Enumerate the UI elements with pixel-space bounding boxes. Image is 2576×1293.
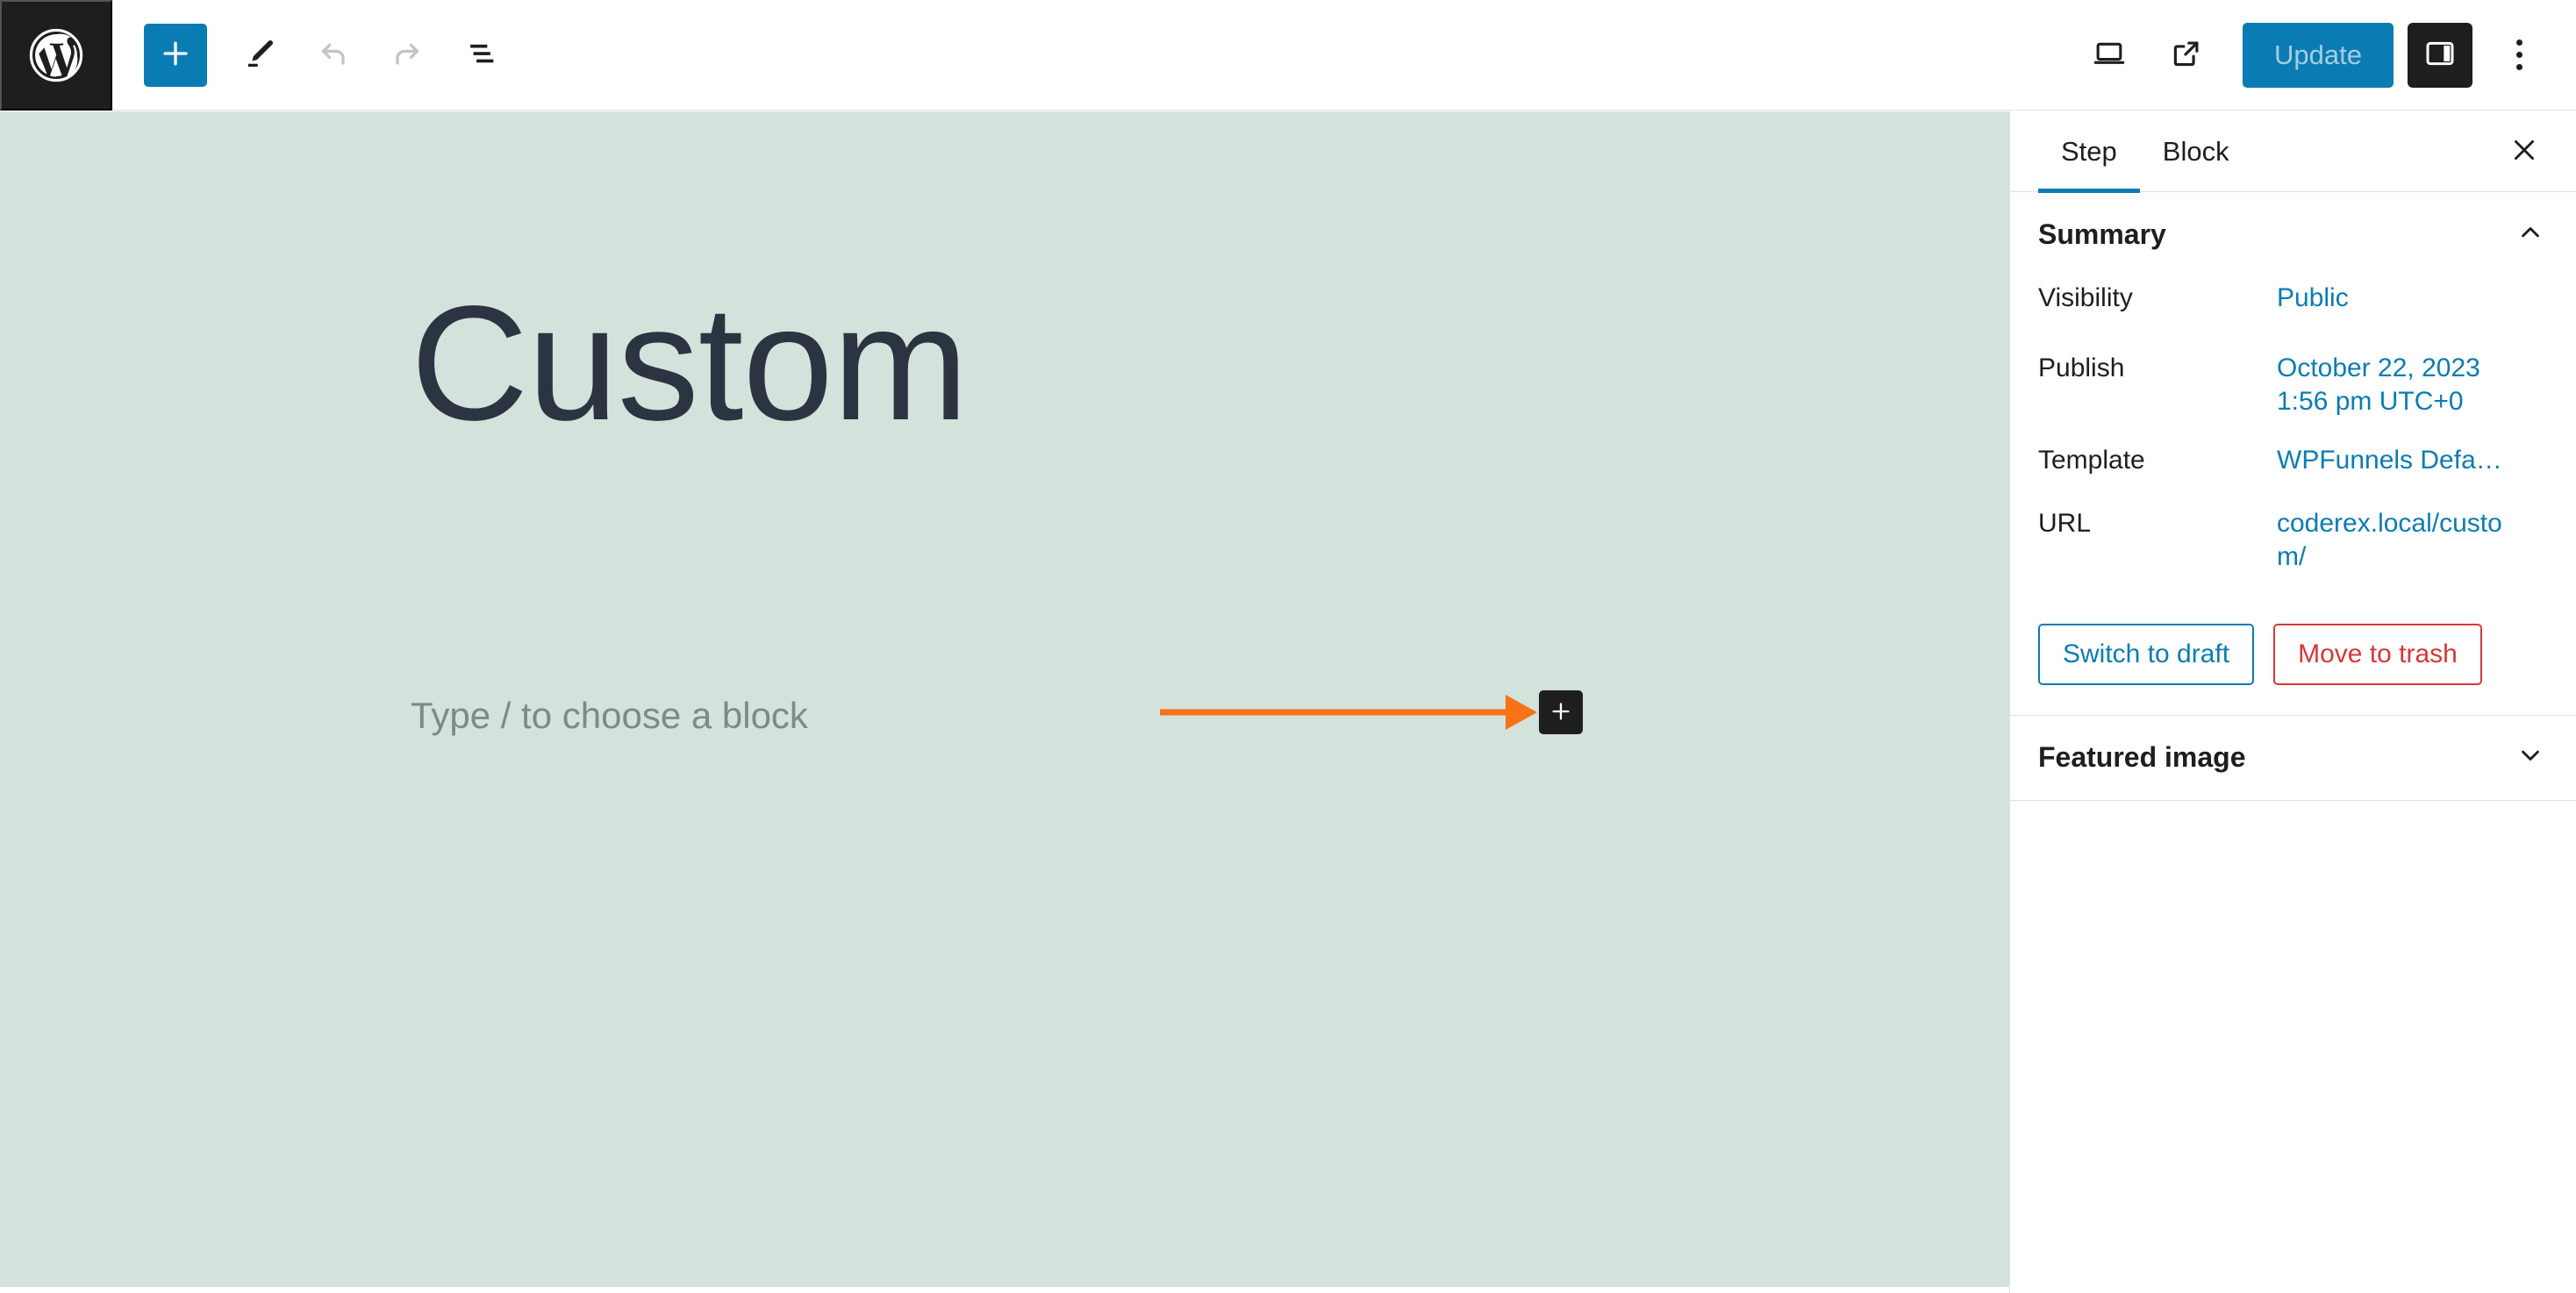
sidebar-tab-bar: Step Block	[2010, 111, 2576, 193]
undo-button[interactable]	[297, 18, 370, 92]
update-button[interactable]: Update	[2243, 22, 2394, 88]
kebab-menu-icon	[2515, 64, 2522, 70]
chevron-down-icon	[2515, 739, 2546, 775]
summary-label-template: Template	[2038, 445, 2145, 475]
summary-value-url[interactable]: coderex.local/custom/	[2277, 507, 2521, 575]
post-title[interactable]: Custom	[411, 278, 969, 450]
chevron-up-icon	[2515, 217, 2546, 253]
switch-to-draft-button[interactable]: Switch to draft	[2038, 623, 2255, 685]
editor-toolbar: Update	[0, 0, 2576, 111]
summary-label-visibility: Visibility	[2038, 283, 2133, 312]
summary-panel-header[interactable]: Summary	[2010, 192, 2576, 276]
preview-device-button[interactable]	[2072, 18, 2146, 92]
undo-arrow-icon	[315, 35, 352, 75]
external-link-icon	[2168, 35, 2205, 75]
kebab-menu-icon	[2515, 52, 2522, 58]
redo-arrow-icon	[389, 35, 426, 75]
sidebar-panel-icon	[2422, 36, 2458, 74]
tab-block[interactable]: Block	[2140, 111, 2252, 192]
wordpress-logo-icon	[27, 26, 85, 84]
view-post-button[interactable]	[2150, 18, 2223, 92]
summary-label-publish: Publish	[2038, 354, 2125, 382]
list-view-icon	[462, 35, 499, 75]
move-to-trash-button[interactable]: Move to trash	[2273, 623, 2482, 685]
summary-panel-title: Summary	[2038, 218, 2166, 250]
toolbar-right-group: Update	[2072, 18, 2576, 92]
toolbar-left-group	[112, 18, 518, 92]
summary-value-publish[interactable]: October 22, 2023 1:56 pm UTC+0	[2277, 352, 2521, 419]
summary-row-url: URL coderex.local/custom/	[2038, 507, 2546, 575]
summary-panel-body: Visibility Public Publish October 22, 20…	[2010, 276, 2576, 575]
post-actions-row: Switch to draft Move to trash	[2010, 599, 2576, 715]
editor-canvas: Custom Type / to choose a block	[0, 111, 2009, 1287]
settings-sidebar: Step Block Summary Visibility Public Pub…	[2009, 111, 2576, 1293]
plus-icon	[159, 37, 192, 73]
block-inserter-button[interactable]	[1539, 690, 1583, 734]
desktop-preview-icon	[2090, 34, 2129, 75]
featured-image-panel-header[interactable]: Featured image	[2010, 716, 2576, 800]
summary-row-visibility: Visibility Public	[2038, 282, 2546, 320]
summary-row-template: Template WPFunnels Defa…	[2038, 444, 2546, 482]
redo-button[interactable]	[370, 18, 444, 92]
panel-divider-bottom	[2010, 799, 2576, 801]
summary-row-publish: Publish October 22, 2023 1:56 pm UTC+0	[2038, 352, 2546, 419]
plus-icon	[1549, 699, 1573, 726]
wordpress-logo-button[interactable]	[0, 0, 112, 111]
summary-label-url: URL	[2038, 508, 2092, 538]
pencil-icon	[241, 35, 278, 75]
summary-value-visibility[interactable]: Public	[2277, 282, 2349, 315]
block-placeholder-text[interactable]: Type / to choose a block	[411, 695, 808, 737]
editor-options-button[interactable]	[2488, 20, 2550, 90]
featured-image-panel-title: Featured image	[2038, 741, 2246, 774]
close-sidebar-button[interactable]	[2494, 121, 2555, 182]
tab-step[interactable]: Step	[2038, 111, 2140, 193]
summary-value-template[interactable]: WPFunnels Defa…	[2277, 444, 2502, 477]
list-view-button[interactable]	[444, 18, 518, 92]
kebab-menu-icon	[2515, 39, 2522, 46]
annotation-arrow	[1160, 695, 1537, 730]
add-block-button[interactable]	[144, 23, 207, 87]
close-icon	[2508, 134, 2540, 168]
settings-sidebar-toggle-button[interactable]	[2408, 22, 2472, 88]
edit-tool-button[interactable]	[223, 18, 297, 92]
wordpress-block-editor: Update Custom Type / to choose a block S…	[0, 0, 2576, 1293]
